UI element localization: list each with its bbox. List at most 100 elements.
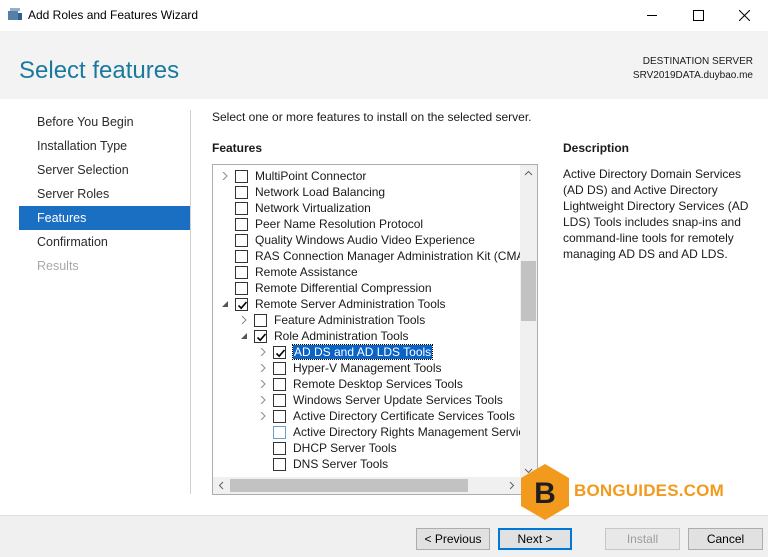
previous-button[interactable]: < Previous (416, 528, 490, 550)
feature-label: Remote Differential Compression (255, 281, 432, 295)
feature-checkbox[interactable] (235, 218, 248, 231)
feature-label: MultiPoint Connector (255, 169, 367, 183)
feature-label: Active Directory Rights Management Servi… (293, 425, 538, 439)
feature-label: Network Load Balancing (255, 185, 386, 199)
tree-row[interactable]: Windows Server Update Services Tools (213, 392, 520, 408)
features-heading: Features (212, 141, 263, 155)
nav-divider (190, 110, 191, 494)
tree-row[interactable]: Active Directory Rights Management Servi… (213, 424, 537, 440)
feature-checkbox[interactable] (235, 298, 248, 311)
feature-label: Feature Administration Tools (274, 313, 426, 327)
close-button[interactable] (722, 0, 768, 31)
nav-item-server-selection[interactable]: Server Selection (19, 158, 190, 182)
feature-checkbox[interactable] (254, 330, 267, 343)
feature-checkbox[interactable] (235, 202, 248, 215)
feature-checkbox[interactable] (254, 314, 267, 327)
feature-checkbox[interactable] (273, 426, 286, 439)
bonguides-logo-icon: B (521, 464, 569, 520)
feature-checkbox[interactable] (273, 346, 286, 359)
tree-row[interactable]: RAS Connection Manager Administration Ki… (213, 248, 536, 264)
feature-checkbox[interactable] (235, 266, 248, 279)
collapse-arrow-icon[interactable] (221, 300, 229, 308)
checkmark-icon (256, 333, 267, 342)
wizard-header: Select features DESTINATION SERVER SRV20… (0, 31, 768, 99)
tree-row[interactable]: AD DS and AD LDS Tools (213, 344, 520, 360)
nav-item-installation-type[interactable]: Installation Type (19, 134, 190, 158)
feature-checkbox[interactable] (235, 234, 248, 247)
expand-arrow-icon[interactable] (259, 364, 267, 372)
tree-row[interactable]: MultiPoint Connector (213, 168, 520, 184)
tree-row[interactable]: DHCP Server Tools (213, 440, 520, 456)
feature-label: Hyper-V Management Tools (293, 361, 442, 375)
collapse-arrow-icon[interactable] (240, 332, 248, 340)
expand-arrow-icon[interactable] (259, 380, 267, 388)
maximize-icon (693, 10, 704, 21)
feature-label: Quality Windows Audio Video Experience (255, 233, 475, 247)
feature-checkbox[interactable] (235, 250, 248, 263)
feature-checkbox[interactable] (273, 410, 286, 423)
checkmark-icon (237, 301, 248, 310)
next-button[interactable]: Next > (498, 528, 572, 550)
scroll-up-icon[interactable] (520, 165, 537, 182)
expand-arrow-icon[interactable] (259, 396, 267, 404)
tree-row[interactable]: Remote Assistance (213, 264, 520, 280)
cancel-button[interactable]: Cancel (688, 528, 763, 550)
feature-label: Remote Server Administration Tools (255, 297, 446, 311)
tree-row[interactable]: Hyper-V Management Tools (213, 360, 520, 376)
nav-item-features[interactable]: Features (19, 206, 190, 230)
tree-row[interactable]: Feature Administration Tools (213, 312, 520, 328)
checkmark-icon (275, 349, 286, 358)
tree-row[interactable]: Remote Server Administration Tools (213, 296, 520, 312)
nav-item-before-you-begin[interactable]: Before You Begin (19, 110, 190, 134)
destination-server-name: SRV2019DATA.duybao.me (632, 70, 753, 81)
nav-item-results: Results (37, 259, 79, 273)
feature-label: Windows Server Update Services Tools (293, 393, 503, 407)
feature-checkbox[interactable] (273, 458, 286, 471)
expand-arrow-icon[interactable] (240, 316, 248, 324)
features-tree[interactable]: MultiPoint Connector Network Load Balanci… (212, 164, 538, 495)
wizard-nav: Before You Begin Installation Type Serve… (19, 110, 190, 278)
horizontal-scroll-thumb[interactable] (230, 479, 468, 492)
scroll-left-icon[interactable] (213, 477, 230, 494)
tree-row[interactable]: Peer Name Resolution Protocol (213, 216, 520, 232)
logo-letter: B (534, 477, 556, 510)
feature-label: Active Directory Certificate Services To… (293, 409, 515, 423)
feature-checkbox[interactable] (273, 394, 286, 407)
description-text: Active Directory Domain Services (AD DS)… (563, 167, 749, 261)
feature-checkbox[interactable] (235, 186, 248, 199)
tree-row[interactable]: DNS Server Tools (213, 456, 520, 472)
feature-checkbox[interactable] (273, 362, 286, 375)
feature-label: Role Administration Tools (274, 329, 409, 343)
description-heading: Description (563, 141, 630, 155)
tree-row[interactable]: Remote Differential Compression (213, 280, 520, 296)
watermark-text: BONGUIDES.COM (574, 481, 724, 500)
expand-arrow-icon[interactable] (221, 172, 229, 180)
maximize-button[interactable] (676, 0, 722, 31)
horizontal-scrollbar[interactable] (213, 477, 520, 494)
tree-row[interactable]: Remote Desktop Services Tools (213, 376, 520, 392)
window-title: Add Roles and Features Wizard (28, 8, 199, 22)
feature-checkbox[interactable] (273, 378, 286, 391)
tree-row[interactable]: Active Directory Certificate Services To… (213, 408, 520, 424)
vertical-scrollbar[interactable] (520, 165, 537, 479)
expand-arrow-icon[interactable] (259, 412, 267, 420)
tree-row[interactable]: Role Administration Tools (213, 328, 520, 344)
vertical-scroll-thumb[interactable] (521, 261, 536, 321)
minimize-icon (647, 15, 657, 16)
title-bar: Add Roles and Features Wizard (0, 0, 768, 31)
nav-item-server-roles[interactable]: Server Roles (19, 182, 190, 206)
feature-checkbox[interactable] (235, 282, 248, 295)
feature-label: DNS Server Tools (293, 457, 389, 471)
expand-arrow-icon[interactable] (259, 348, 267, 356)
minimize-button[interactable] (630, 0, 676, 31)
feature-label: Remote Desktop Services Tools (293, 377, 463, 391)
tree-row[interactable]: Quality Windows Audio Video Experience (213, 232, 520, 248)
tree-row[interactable]: Network Virtualization (213, 200, 520, 216)
feature-label: AD DS and AD LDS Tools (291, 344, 434, 360)
page-title: Select features (19, 57, 180, 84)
feature-label: Network Virtualization (255, 201, 371, 215)
feature-checkbox[interactable] (273, 442, 286, 455)
nav-item-confirmation[interactable]: Confirmation (19, 230, 190, 254)
feature-checkbox[interactable] (235, 170, 248, 183)
tree-row[interactable]: Network Load Balancing (213, 184, 520, 200)
